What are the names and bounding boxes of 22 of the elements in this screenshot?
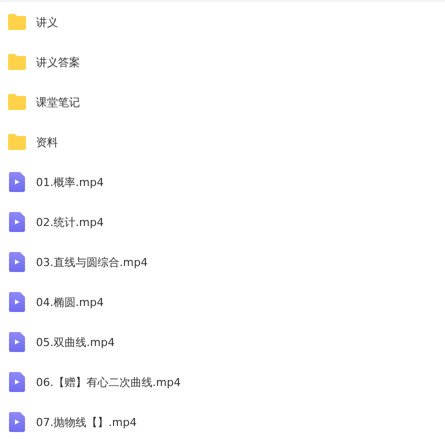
video-file-icon — [7, 292, 27, 312]
video-file-icon — [7, 212, 27, 232]
file-name[interactable]: 02.统计.mp4 — [36, 214, 104, 230]
file-name[interactable]: 03.直线与圆综合.mp4 — [36, 254, 148, 270]
video-file-icon — [7, 412, 27, 432]
video-file-icon — [7, 252, 27, 272]
file-name[interactable]: 01.概率.mp4 — [36, 174, 104, 190]
file-name[interactable]: 07.抛物线【】.mp4 — [36, 414, 137, 430]
folder-icon — [7, 94, 27, 110]
video-file-icon — [7, 372, 27, 392]
file-name[interactable]: 04.椭圆.mp4 — [36, 294, 104, 310]
folder-icon — [7, 54, 27, 70]
file-name[interactable]: 05.双曲线.mp4 — [36, 334, 115, 350]
file-name[interactable]: 讲义答案 — [36, 54, 80, 70]
file-name[interactable]: 06.【赠】有心二次曲线.mp4 — [36, 374, 181, 390]
video-file-icon — [7, 332, 27, 352]
file-name[interactable]: 讲义 — [36, 14, 58, 30]
video-file-icon — [7, 172, 27, 192]
file-name[interactable]: 课堂笔记 — [36, 94, 80, 110]
folder-icon — [7, 134, 27, 150]
folder-icon — [7, 14, 27, 30]
file-name[interactable]: 资料 — [36, 134, 58, 150]
